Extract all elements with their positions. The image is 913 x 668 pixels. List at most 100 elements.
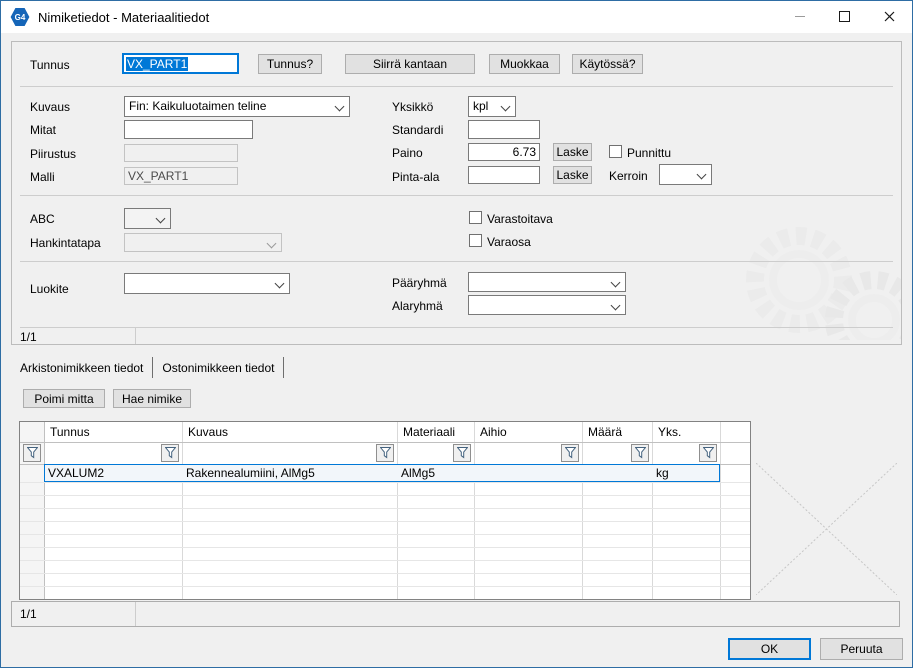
alaryhma-label: Alaryhmä <box>392 299 443 313</box>
piirustus-input <box>124 144 238 162</box>
section-divider <box>20 327 893 328</box>
punnittu-label: Punnittu <box>627 146 672 160</box>
muokkaa-button[interactable]: Muokkaa <box>489 54 560 74</box>
close-icon <box>884 11 895 22</box>
mitat-input[interactable] <box>124 120 253 139</box>
grid-line <box>20 586 750 587</box>
tunnus-label: Tunnus <box>30 58 70 72</box>
varastoitava-checkbox[interactable] <box>469 211 482 224</box>
malli-label: Malli <box>30 170 55 184</box>
maximize-button[interactable] <box>822 1 867 32</box>
filter-button[interactable] <box>699 444 717 462</box>
tab-ostonimikkeen-tiedot[interactable]: Ostonimikkeen tiedot <box>153 357 285 378</box>
abc-label: ABC <box>30 212 55 226</box>
section-divider <box>20 195 893 196</box>
paino-label: Paino <box>392 146 423 160</box>
funnel-icon <box>702 447 714 459</box>
chevron-down-icon <box>155 213 166 224</box>
tunnus-question-button[interactable]: Tunnus? <box>258 54 322 74</box>
cell-materiaali: AlMg5 <box>401 466 436 480</box>
funnel-icon <box>456 447 468 459</box>
image-placeholder <box>756 463 897 595</box>
funnel-icon <box>164 447 176 459</box>
app-icon: G4 <box>10 8 30 26</box>
grid-line <box>20 547 750 548</box>
grid-status-bar: 1/1 <box>11 601 900 627</box>
column-header-yks[interactable]: Yks. <box>658 425 681 439</box>
filter-button[interactable] <box>453 444 471 462</box>
filter-button[interactable] <box>631 444 649 462</box>
chevron-down-icon <box>610 277 621 288</box>
maximize-icon <box>839 11 850 22</box>
close-button[interactable] <box>867 1 912 32</box>
alaryhma-combobox[interactable] <box>468 295 626 315</box>
yksikko-combobox[interactable]: kpl <box>468 96 516 117</box>
tunnus-selected-text: VX_PART1 <box>126 56 189 71</box>
chevron-down-icon <box>500 101 511 112</box>
kerroin-combobox[interactable] <box>659 164 712 185</box>
tab-strip: Arkistonimikkeen tiedot Ostonimikkeen ti… <box>11 357 285 378</box>
varaosa-checkbox[interactable] <box>469 234 482 247</box>
item-details-panel: Tunnus VX_PART1 Tunnus? Siirrä kantaan M… <box>11 41 902 345</box>
grid-line <box>20 573 750 574</box>
paino-input[interactable] <box>468 143 540 161</box>
chevron-down-icon <box>610 300 621 311</box>
pinta-ala-input[interactable] <box>468 166 540 184</box>
app-icon-label: G4 <box>14 12 26 22</box>
hankintatapa-combobox <box>124 233 282 252</box>
yksikko-label: Yksikkö <box>392 100 434 114</box>
column-header-tunnus[interactable]: Tunnus <box>50 425 90 439</box>
cell-yks: kg <box>656 466 669 480</box>
yksikko-value: kpl <box>473 99 489 113</box>
title-bar: G4 Nimiketiedot - Materiaalitiedot <box>1 1 912 33</box>
window-title: Nimiketiedot - Materiaalitiedot <box>38 9 210 25</box>
punnittu-checkbox[interactable] <box>609 145 622 158</box>
pager-divider <box>135 602 136 626</box>
kuvaus-combobox[interactable]: Fin: Kaikuluotaimen teline <box>124 96 350 117</box>
paaryhma-combobox[interactable] <box>468 272 626 292</box>
materials-grid: Tunnus Kuvaus Materiaali Aihio Määrä Yks… <box>19 421 751 600</box>
kaytossa-question-button[interactable]: Käytössä? <box>572 54 643 74</box>
ok-button[interactable]: OK <box>728 638 811 660</box>
grid-line <box>20 482 750 483</box>
record-pager: 1/1 <box>20 330 37 344</box>
grid-line <box>20 560 750 561</box>
column-header-materiaali[interactable]: Materiaali <box>403 425 455 439</box>
filter-button[interactable] <box>23 444 41 462</box>
poimi-mitta-button[interactable]: Poimi mitta <box>23 389 105 408</box>
hankintatapa-label: Hankintatapa <box>30 236 101 250</box>
piirustus-label: Piirustus <box>30 147 77 161</box>
peruuta-button[interactable]: Peruuta <box>820 638 903 660</box>
section-divider <box>20 261 893 262</box>
funnel-icon <box>634 447 646 459</box>
funnel-icon <box>564 447 576 459</box>
grid-line <box>20 495 750 496</box>
tunnus-input[interactable]: VX_PART1 <box>122 53 239 74</box>
tab-arkistonimikkeen-tiedot[interactable]: Arkistonimikkeen tiedot <box>11 357 154 378</box>
filter-button[interactable] <box>561 444 579 462</box>
cell-tunnus: VXALUM2 <box>48 466 105 480</box>
laske-paino-button[interactable]: Laske <box>553 143 592 161</box>
filter-button[interactable] <box>376 444 394 462</box>
laske-pinta-ala-button[interactable]: Laske <box>553 166 592 184</box>
chevron-down-icon <box>334 101 345 112</box>
funnel-icon <box>26 447 38 459</box>
column-header-maara[interactable]: Määrä <box>588 425 622 439</box>
pinta-ala-label: Pinta-ala <box>392 170 440 184</box>
filter-button[interactable] <box>161 444 179 462</box>
minimize-button[interactable] <box>777 1 822 32</box>
siirra-kantaan-button[interactable]: Siirrä kantaan <box>345 54 475 74</box>
kerroin-label: Kerroin <box>609 169 648 183</box>
hae-nimike-button[interactable]: Hae nimike <box>113 389 191 408</box>
grid-line <box>20 508 750 509</box>
standardi-input[interactable] <box>468 120 540 139</box>
abc-combobox[interactable] <box>124 208 171 229</box>
column-header-aihio[interactable]: Aihio <box>480 425 507 439</box>
column-header-kuvaus[interactable]: Kuvaus <box>188 425 228 439</box>
chevron-down-icon <box>266 238 277 249</box>
luokite-combobox[interactable] <box>124 273 290 294</box>
luokite-label: Luokite <box>30 282 69 296</box>
kuvaus-value: Fin: Kaikuluotaimen teline <box>129 99 267 113</box>
dialog-window: G4 Nimiketiedot - Materiaalitiedot Tunnu… <box>0 0 913 668</box>
grid-pager: 1/1 <box>20 607 37 621</box>
